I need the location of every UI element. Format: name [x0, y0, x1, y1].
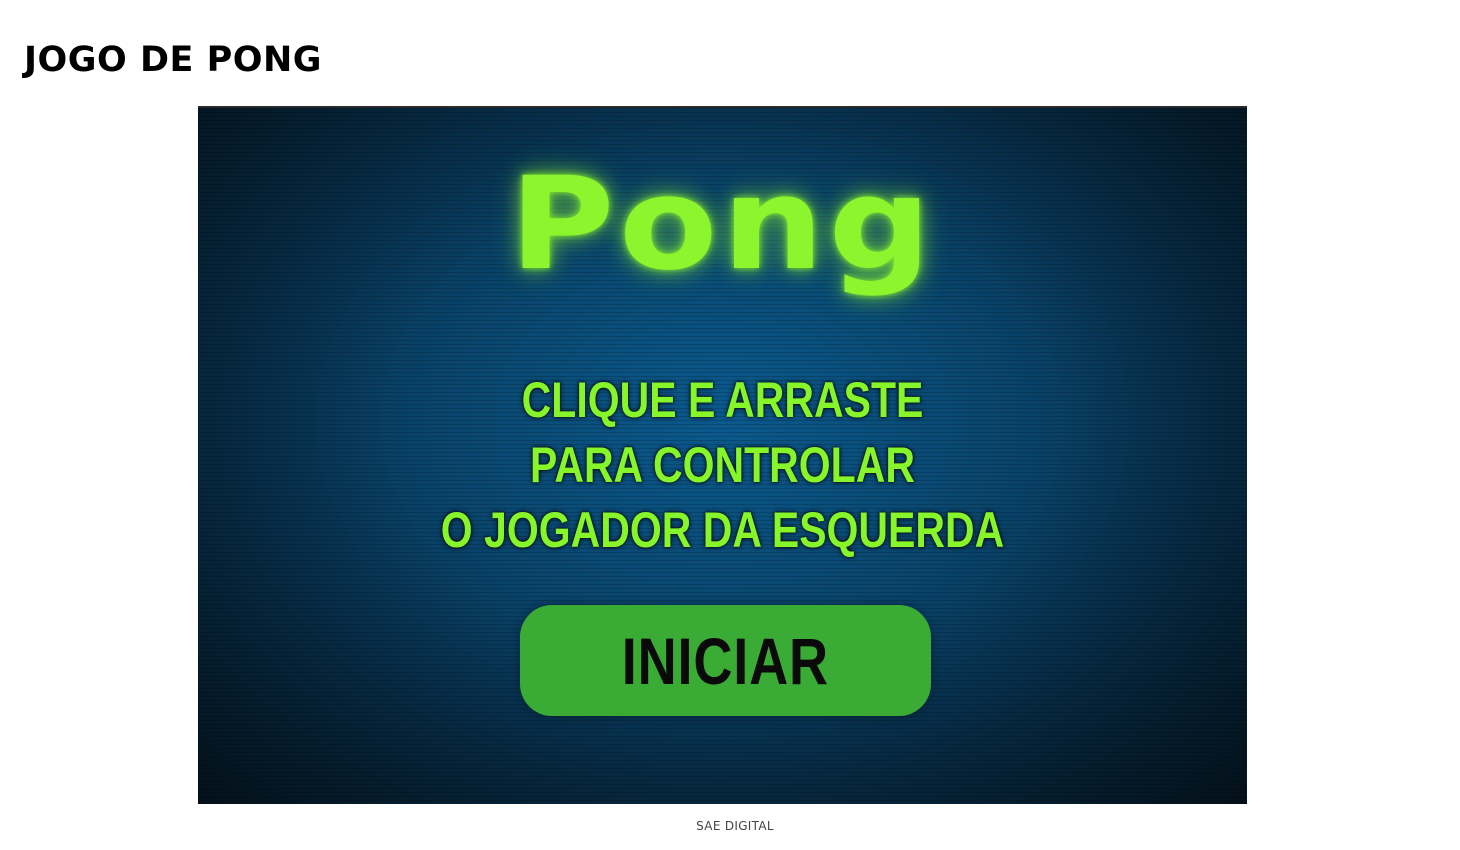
page: JOGO DE PONG Pong CLIQUE E ARRASTE PARA … — [0, 0, 1460, 850]
instruction-line: PARA CONTROLAR — [530, 437, 915, 493]
start-button[interactable]: INICIAR — [520, 605, 931, 716]
game-instructions: CLIQUE E ARRASTE PARA CONTROLAR O JOGADO… — [198, 368, 1247, 563]
instruction-line: O JOGADOR DA ESQUERDA — [440, 502, 1005, 558]
start-button-label: INICIAR — [621, 623, 830, 698]
instruction-line: CLIQUE E ARRASTE — [521, 372, 924, 428]
game-logo: Pong — [509, 150, 936, 299]
game-canvas[interactable]: Pong CLIQUE E ARRASTE PARA CONTROLAR O J… — [198, 106, 1247, 804]
page-title: JOGO DE PONG — [24, 40, 323, 80]
credit-text: SAE DIGITAL — [696, 819, 774, 833]
